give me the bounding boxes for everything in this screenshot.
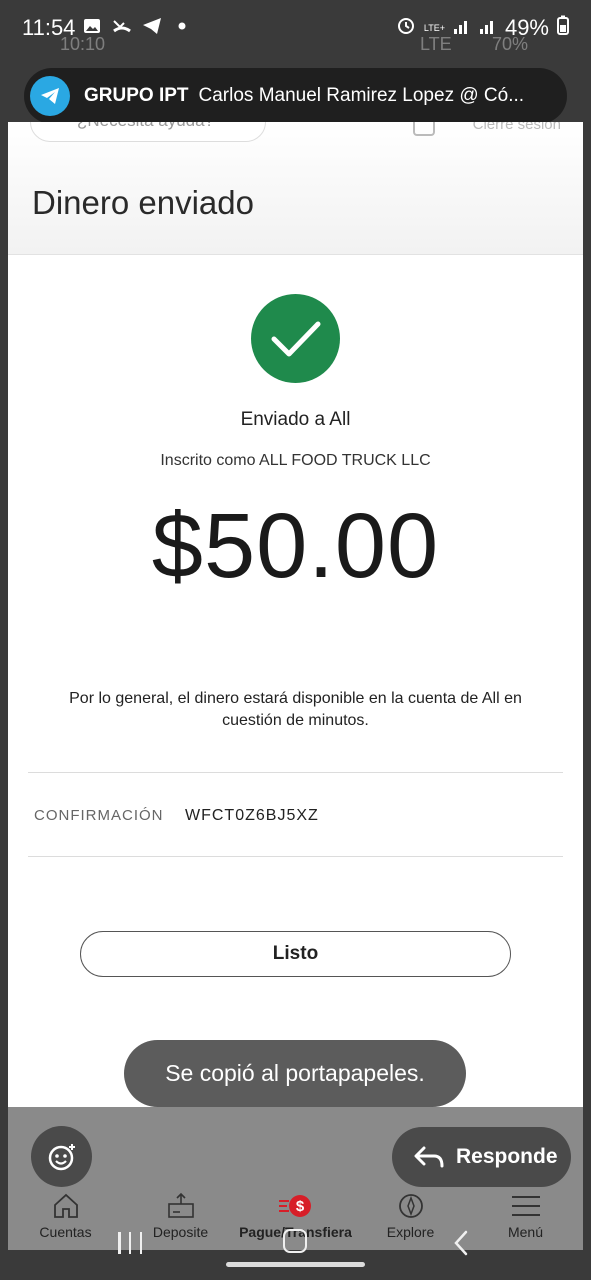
gallery-icon <box>82 16 102 36</box>
status-right: LTE+ 49% <box>396 15 569 41</box>
bell-icon[interactable] <box>413 122 435 136</box>
app-header: ¿Necesita ayuda? Cierre sesión Dinero en… <box>8 122 583 255</box>
reply-button[interactable]: Responde <box>392 1127 571 1187</box>
notification-message: Carlos Manuel Ramirez Lopez @ Có... <box>198 85 525 106</box>
telegram-status-icon <box>142 16 162 36</box>
battery-percent: 49% <box>504 15 549 40</box>
amount-sent: $50.00 <box>151 495 440 597</box>
network-type: LTE+ <box>423 22 445 33</box>
registered-name: Inscrito como ALL FOOD TRUCK LLC <box>160 452 431 469</box>
notification-icons <box>82 16 192 36</box>
svg-text:$: $ <box>295 1198 304 1215</box>
telegram-icon <box>30 76 70 116</box>
help-search[interactable]: ¿Necesita ayuda? <box>30 122 266 142</box>
missed-call-icon <box>112 16 132 36</box>
signal-icon-2 <box>479 15 497 41</box>
signal-icon <box>453 15 471 41</box>
battery-icon <box>557 15 569 41</box>
system-nav-bar <box>0 1215 591 1280</box>
notification-app-name: GRUPO IPT <box>84 85 189 106</box>
reply-label: Responde <box>456 1145 558 1168</box>
page-title: Dinero enviado <box>32 184 254 221</box>
dot-icon <box>172 16 192 36</box>
alarm-icon <box>396 15 416 41</box>
smiley-icon <box>48 1143 75 1170</box>
recents-button[interactable] <box>118 1232 142 1254</box>
reply-arrow-icon <box>414 1146 444 1168</box>
emoji-button[interactable] <box>31 1126 92 1187</box>
help-placeholder: ¿Necesita ayuda? <box>77 122 214 131</box>
back-arrow-icon <box>454 1230 468 1256</box>
status-bar: 10:10 LTE 70% 11:54 LTE+ 49% <box>0 0 591 58</box>
gesture-handle[interactable] <box>226 1262 365 1267</box>
back-button[interactable] <box>452 1229 470 1262</box>
recipient-text: Enviado a All <box>240 409 351 430</box>
sign-out-link[interactable]: Cierre sesión <box>473 122 561 133</box>
divider <box>28 772 563 773</box>
status-time: 11:54 <box>22 15 76 40</box>
availability-note: Por lo general, el dinero estará disponi… <box>69 690 522 729</box>
confirmation-label: CONFIRMACIÓN <box>34 807 164 824</box>
app-content: ¿Necesita ayuda? Cierre sesión Dinero en… <box>8 122 583 1107</box>
clipboard-toast: Se copió al portapapeles. <box>124 1040 466 1107</box>
telegram-notification[interactable]: GRUPO IPT Carlos Manuel Ramirez Lopez @ … <box>24 68 567 124</box>
divider <box>28 856 563 857</box>
home-button[interactable] <box>283 1229 307 1253</box>
checkmark-icon <box>251 294 340 383</box>
confirmation-number[interactable]: WFCT0Z6BJ5XZ <box>185 807 319 825</box>
done-button[interactable]: Listo <box>80 931 511 977</box>
